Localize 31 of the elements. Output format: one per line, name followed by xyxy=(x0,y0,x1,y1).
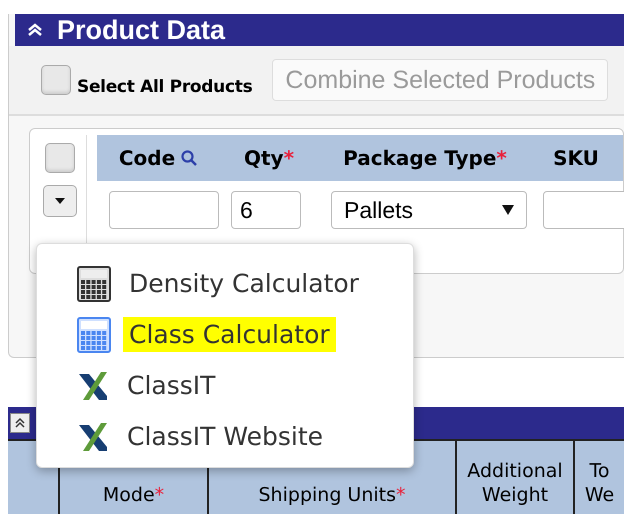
caret-icon xyxy=(55,198,65,204)
dropdown-arrow-icon xyxy=(502,205,514,215)
logo-icon xyxy=(77,420,109,452)
calculator-icon xyxy=(77,316,111,352)
panel-title: Product Data xyxy=(57,14,226,46)
input-field[interactable]: 6 xyxy=(231,191,301,229)
search-icon[interactable] xyxy=(181,150,198,166)
collapse-icon[interactable] xyxy=(27,23,43,37)
collapse-icon xyxy=(14,417,26,429)
select-all-label: Select All Products xyxy=(77,77,252,97)
input-field[interactable] xyxy=(543,191,624,229)
menu-toggle-button[interactable] xyxy=(43,185,77,217)
logo-icon xyxy=(77,370,109,402)
column-header: Mode* xyxy=(102,484,164,506)
menu-item[interactable]: Class Calculator xyxy=(77,309,413,360)
package-type-select[interactable]: Pallets xyxy=(331,191,527,229)
column-header: SKU xyxy=(553,146,599,170)
input-field[interactable] xyxy=(109,191,219,229)
column-header: Package Type* xyxy=(343,146,507,170)
column-header: Code xyxy=(118,146,176,170)
column-header: Qty* xyxy=(244,146,294,170)
select-all-checkbox[interactable] xyxy=(41,65,71,95)
menu-item[interactable]: ClassIT xyxy=(77,360,413,411)
row-checkbox[interactable] xyxy=(45,143,75,173)
column-header: Additional Weight xyxy=(467,460,563,506)
menu-item[interactable]: Density Calculator xyxy=(77,258,413,309)
column-header: To We xyxy=(584,460,614,506)
collapse-button[interactable] xyxy=(10,413,30,433)
menu-item[interactable]: ClassIT Website xyxy=(77,411,413,462)
column-header: Shipping Units* xyxy=(258,484,406,506)
calculator-icon xyxy=(77,266,111,302)
